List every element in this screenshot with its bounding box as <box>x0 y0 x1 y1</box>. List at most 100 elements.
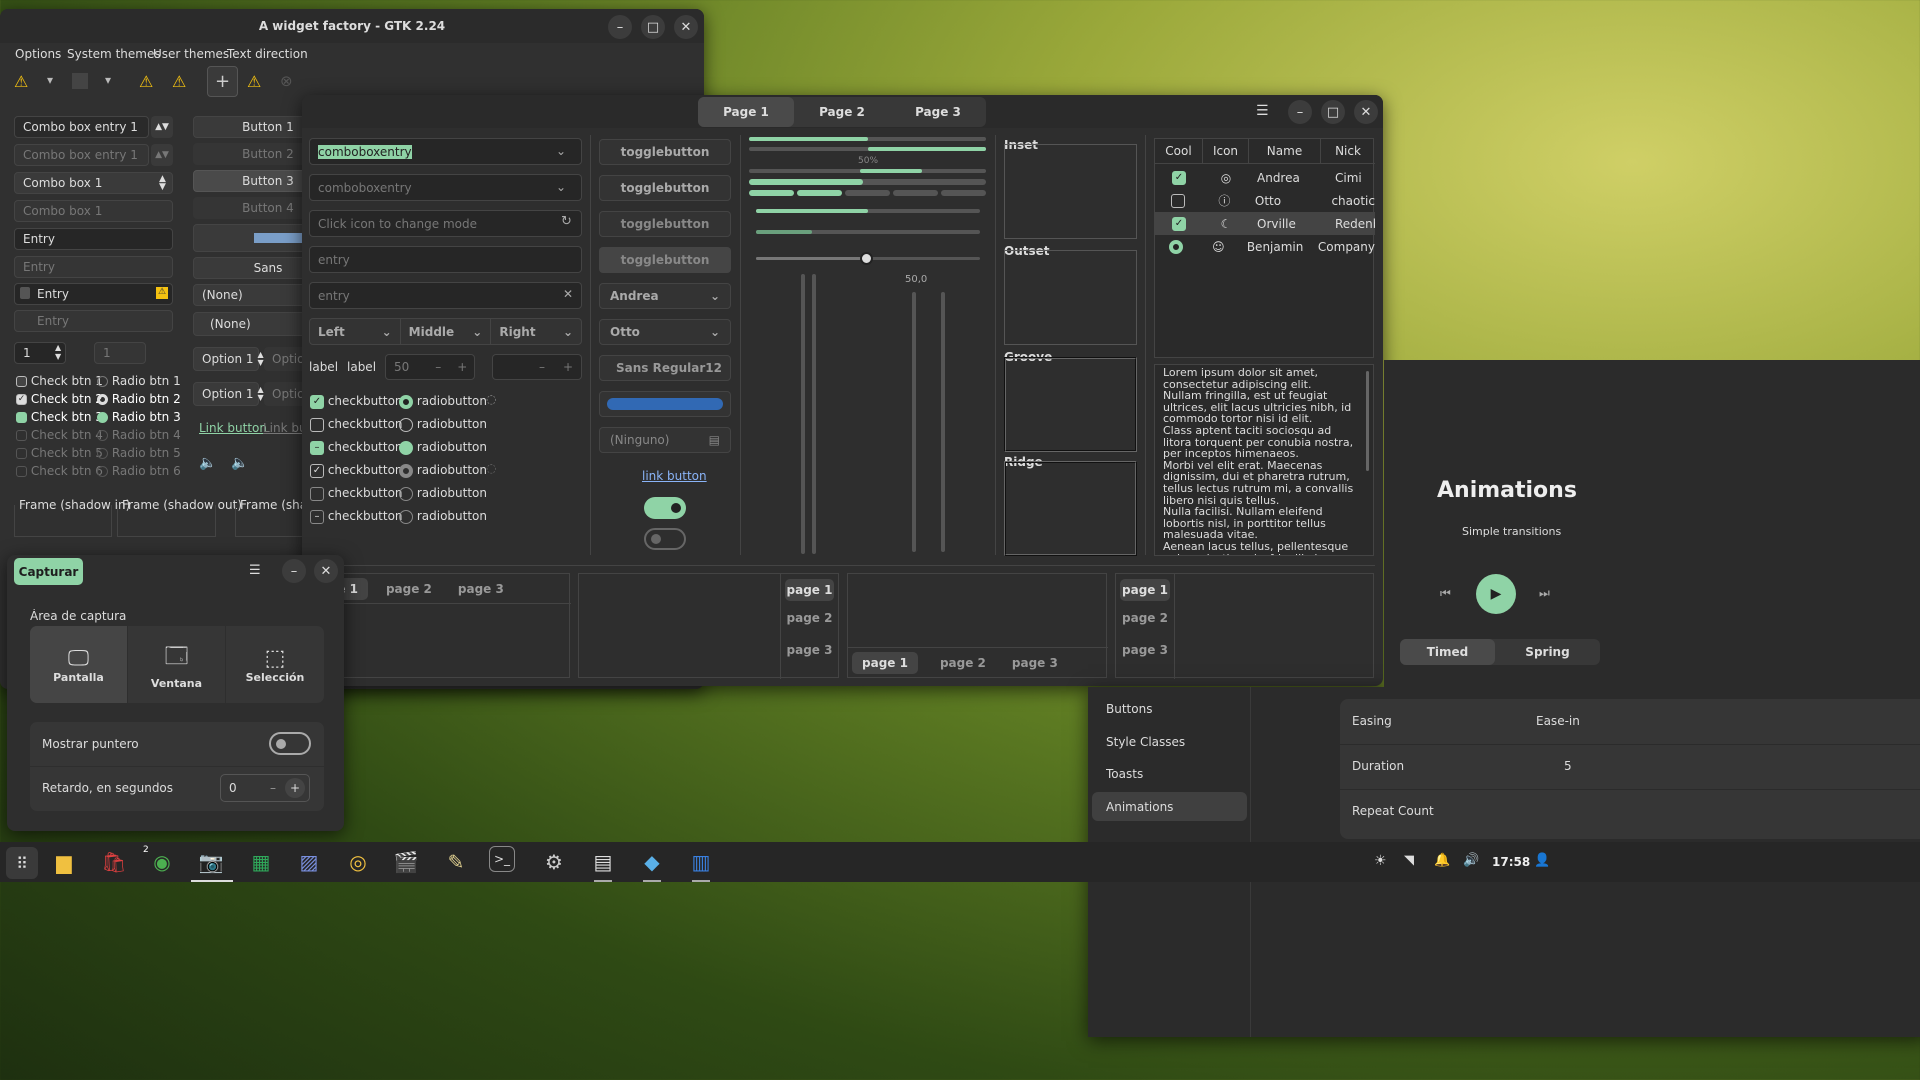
volume-icon[interactable]: 🔊 <box>1463 853 1479 868</box>
tab-page-2[interactable]: page 2 <box>386 582 432 596</box>
menu-options[interactable]: Options <box>15 47 61 61</box>
maximize-button[interactable]: □ <box>1321 100 1345 124</box>
option-menu-2[interactable]: Option 1 ▲ ▼ <box>193 382 264 406</box>
office-app-icon[interactable]: ▥ <box>685 846 717 878</box>
radio-mixed[interactable] <box>399 440 413 455</box>
checkbox-checked[interactable]: ✓ <box>1172 216 1186 231</box>
plus-icon[interactable]: + <box>285 778 305 798</box>
radiobutton[interactable]: radiobutton <box>399 505 487 528</box>
warning-icon[interactable]: ⚠ <box>156 287 168 299</box>
sidebar-item-animations[interactable]: Animations <box>1092 792 1247 821</box>
clear-icon[interactable]: ✕ <box>563 287 573 301</box>
tab-page-1[interactable]: page 1 <box>785 579 834 601</box>
show-pointer-switch[interactable] <box>269 732 311 755</box>
radio-mixed[interactable] <box>97 412 108 423</box>
tab-page-3[interactable]: Page 3 <box>890 97 986 127</box>
settings-gear-icon[interactable]: ⚙ <box>538 846 570 878</box>
font-button[interactable]: Sans Regular 12 <box>599 355 731 381</box>
check-btn-1[interactable]: Check btn 1 <box>16 374 103 392</box>
minimize-button[interactable]: – <box>282 559 306 583</box>
files-folder-icon[interactable]: ▆ <box>48 846 80 878</box>
scrollbar[interactable] <box>1366 371 1369 471</box>
menu-icon[interactable]: ☰ <box>1256 103 1269 119</box>
cool-cell[interactable] <box>1155 193 1202 208</box>
cool-cell[interactable]: ✓ <box>1155 170 1203 185</box>
close-button[interactable]: ✕ <box>1354 100 1378 124</box>
column-name[interactable]: Name <box>1249 139 1321 163</box>
combo-box-1[interactable]: Combo box 1 <box>14 172 173 194</box>
vertical-scale[interactable] <box>801 274 805 554</box>
radio-btn-2[interactable]: Radio btn 2 <box>97 392 181 410</box>
option-menu-1[interactable]: Option 1 ▲ ▼ <box>193 347 264 371</box>
combo-middle[interactable]: Middle ⌄ <box>401 319 492 344</box>
sidebar-item-style-classes[interactable]: Style Classes <box>1106 735 1185 749</box>
entry-field[interactable]: Entry <box>14 228 173 250</box>
minimize-button[interactable]: – <box>608 15 632 39</box>
color-button[interactable] <box>599 391 731 417</box>
chrome-icon[interactable]: ◉ <box>146 846 178 878</box>
spreadsheet-icon[interactable]: ▦ <box>245 846 277 878</box>
radiobutton[interactable]: radiobutton <box>399 436 487 459</box>
close-button[interactable]: ✕ <box>674 15 698 39</box>
vertical-scale[interactable] <box>941 292 945 552</box>
mode-selection[interactable]: ⬚ Selección <box>226 626 324 703</box>
tab-page-1[interactable]: page 1 <box>852 651 918 674</box>
video-editor-icon[interactable]: 🎬 <box>390 846 422 878</box>
scale-knob[interactable] <box>860 252 873 265</box>
combo-otto[interactable]: Otto ⌄ <box>599 319 731 345</box>
spin-button[interactable]: 50 – + <box>385 354 475 380</box>
combo-box-entry-1[interactable]: Combo box entry 1 <box>14 116 149 138</box>
add-button[interactable]: + <box>207 66 238 97</box>
text-editor-icon[interactable]: ✎ <box>440 846 472 878</box>
minus-icon[interactable]: – <box>435 360 441 374</box>
radio-checked[interactable] <box>1169 239 1184 254</box>
checkbox[interactable] <box>1171 193 1186 208</box>
brightness-icon[interactable]: ☀ <box>1374 853 1387 869</box>
tab-page-3[interactable]: page 3 <box>785 643 834 657</box>
combo-left[interactable]: Left ⌄ <box>310 319 401 344</box>
togglebutton-1[interactable]: togglebutton <box>599 139 731 165</box>
checkbutton[interactable]: – checkbutton <box>310 436 403 459</box>
column-cool[interactable]: Cool <box>1155 139 1203 163</box>
spin-arrows-icon[interactable]: ▲ ▼ <box>55 343 61 361</box>
volume-icon[interactable]: 🔈 <box>199 455 216 471</box>
warning-icon[interactable]: ⚠ <box>14 72 28 91</box>
radio-btn-3[interactable]: Radio btn 3 <box>97 410 181 428</box>
radiobutton[interactable]: radiobutton <box>399 390 487 413</box>
radiobutton[interactable]: radiobutton <box>399 482 487 505</box>
vertical-scale[interactable] <box>812 274 816 554</box>
checkbutton[interactable]: checkbutton <box>310 482 403 505</box>
mode-window[interactable]: 🗔 Ventana <box>128 626 226 703</box>
table-row-selected[interactable]: ✓ ☾ Orville Redenba... <box>1155 212 1375 235</box>
entry-field-clear[interactable]: entry <box>309 282 582 309</box>
skip-back-icon[interactable]: ⏮ <box>1440 586 1451 601</box>
capture-button[interactable]: Capturar <box>14 558 83 585</box>
checkbutton[interactable]: checkbutton <box>310 413 403 436</box>
plus-icon[interactable]: + <box>457 360 467 374</box>
combo-right[interactable]: Right ⌄ <box>491 319 581 344</box>
checkbutton[interactable]: ✓ checkbutton <box>310 390 403 413</box>
scale-track[interactable] <box>756 209 980 213</box>
entry-field[interactable]: entry <box>309 246 582 273</box>
table-row[interactable]: ⓘ Otto chaotic <box>1155 189 1375 212</box>
sidebar-item-buttons[interactable]: Buttons <box>1106 702 1152 716</box>
widget-factory-icon[interactable]: ▤ <box>587 846 619 878</box>
mode-screen[interactable]: 🖵 Pantalla <box>30 626 128 703</box>
tab-page-3[interactable]: page 3 <box>1012 656 1058 670</box>
maximize-button[interactable]: □ <box>641 15 665 39</box>
checkbox-checked[interactable]: ✓ <box>1172 170 1186 185</box>
sidebar-item-toasts[interactable]: Toasts <box>1106 767 1143 781</box>
tab-page-2[interactable]: page 2 <box>785 611 834 625</box>
bell-icon[interactable]: 🔔 <box>1434 853 1450 868</box>
combo-andrea[interactable]: Andrea ⌄ <box>599 283 731 309</box>
warning-icon[interactable]: ⚠ <box>139 72 153 91</box>
design-app-icon[interactable]: ◆ <box>636 846 668 878</box>
table-row[interactable]: ☺ Benjamin Company <box>1155 235 1375 258</box>
radio-btn-1[interactable]: Radio btn 1 <box>97 374 181 392</box>
toggle-timed[interactable]: Timed <box>1400 639 1495 665</box>
file-chooser-button[interactable]: (Ninguno) ▤ <box>599 427 731 453</box>
tab-page-2[interactable]: page 2 <box>940 656 986 670</box>
cool-cell[interactable] <box>1155 239 1198 254</box>
checkbutton[interactable]: ✓ checkbutton <box>310 459 403 482</box>
image-viewer-icon[interactable]: ▨ <box>293 846 325 878</box>
